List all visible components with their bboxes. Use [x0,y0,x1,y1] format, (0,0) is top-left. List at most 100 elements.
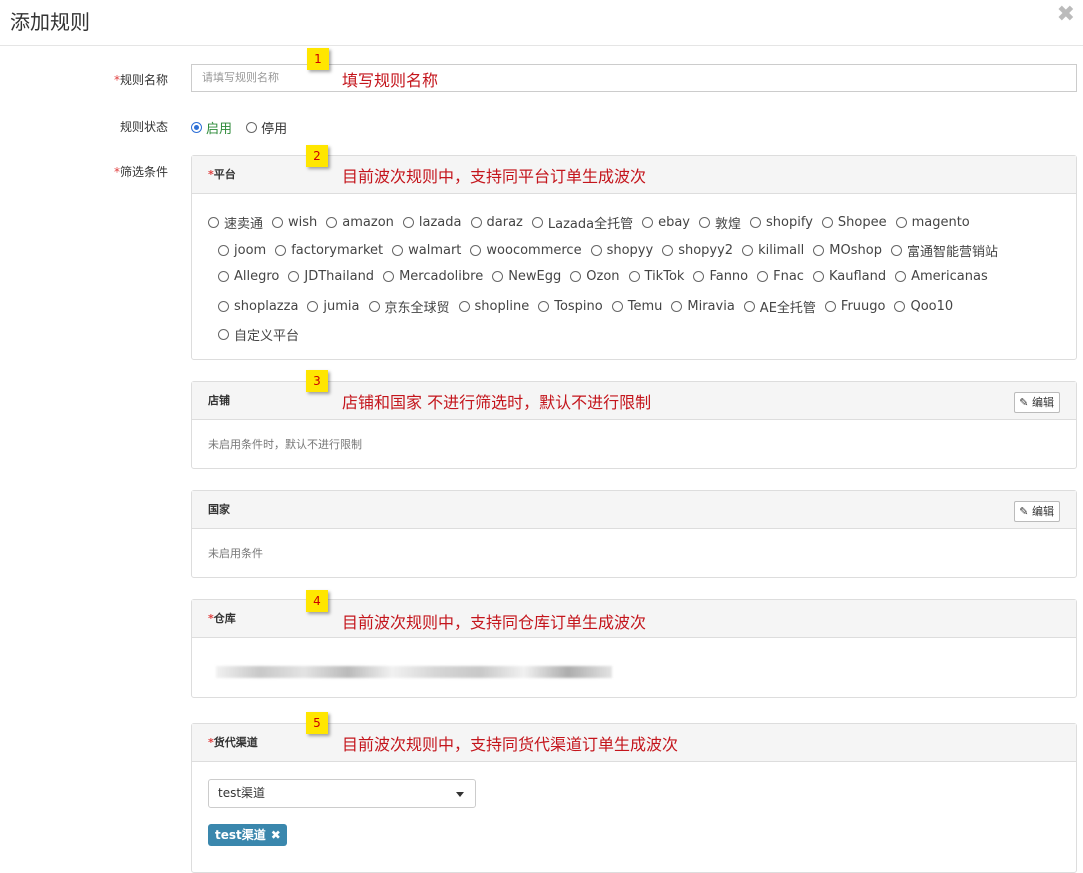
platform-option[interactable]: shopyy2 [662,243,733,258]
platform-option-label: Qoo10 [910,299,954,314]
radio-unchecked-icon[interactable] [813,245,825,256]
platform-option[interactable]: Miravia [671,299,735,314]
annotation-text-5: 目前波次规则中，支持同货代渠道订单生成波次 [342,735,679,754]
radio-unchecked-icon[interactable] [492,271,504,282]
radio-unchecked-icon[interactable] [824,301,836,312]
radio-unchecked-icon[interactable] [743,301,755,312]
platform-row: 自定义平台 [218,325,308,344]
platform-option[interactable]: 敦煌 [699,213,741,232]
platform-option[interactable]: shopline [458,299,529,314]
platform-option[interactable]: woocommerce [470,243,582,258]
platform-option[interactable]: shopyy [590,243,653,258]
radio-unchecked-icon[interactable] [671,301,683,312]
radio-unchecked-icon[interactable] [470,245,482,256]
platform-option[interactable]: TikTok [628,269,685,284]
radio-unchecked-icon[interactable] [894,301,906,312]
platform-option[interactable]: Mercadolibre [383,269,483,284]
platform-option[interactable]: Qoo10 [894,299,953,314]
platform-option[interactable]: 自定义平台 [218,325,299,344]
platform-option[interactable]: Ozon [570,269,620,284]
radio-unchecked-icon[interactable] [307,301,319,312]
radio-unchecked-icon[interactable] [383,271,395,282]
radio-unchecked-icon[interactable] [662,245,674,256]
platform-option[interactable]: lazada [402,215,462,230]
annotation-text-2: 目前波次规则中，支持同平台订单生成波次 [342,167,647,186]
platform-option[interactable]: Americanas [895,269,988,284]
status-disable-option[interactable]: 停用 [246,118,287,137]
radio-unchecked-icon[interactable] [699,217,710,228]
close-icon[interactable]: ✖ [1057,2,1075,27]
platform-option[interactable]: magento [895,215,970,230]
platform-option[interactable]: amazon [326,215,394,230]
platform-option[interactable]: shopify [750,215,813,230]
platform-option[interactable]: Fnac [757,269,804,284]
radio-unchecked-icon[interactable] [742,245,754,256]
platform-option[interactable]: Fruugo [824,299,885,314]
platform-option[interactable]: Lazada全托管 [531,213,633,232]
radio-unchecked-icon[interactable] [611,301,623,312]
radio-unchecked-icon[interactable] [642,217,654,228]
edit-icon: ✎ [1019,396,1029,409]
platform-option-label: TikTok [644,269,685,284]
radio-unchecked-icon[interactable] [218,329,229,340]
radio-unchecked-icon[interactable] [628,271,640,282]
shop-edit-button[interactable]: ✎ 编辑 [1014,392,1060,413]
radio-unchecked-icon[interactable] [757,271,769,282]
channel-select[interactable]: test渠道 [208,779,476,808]
platform-option[interactable]: Tospino [538,299,603,314]
radio-unchecked-icon[interactable] [402,217,414,228]
radio-unchecked-icon[interactable] [693,271,705,282]
platform-option[interactable]: JDThailand [288,269,374,284]
platform-option[interactable]: MOshop [813,243,882,258]
radio-unchecked-icon[interactable] [392,245,404,256]
radio-unchecked-icon[interactable] [470,217,482,228]
radio-unchecked-icon[interactable] [590,245,602,256]
platform-option-label: Miravia [687,299,735,314]
radio-unchecked-icon[interactable] [750,217,762,228]
platform-option[interactable]: wish [272,215,317,230]
platform-option-label: 富通智能营销站 [906,245,998,260]
radio-unchecked-icon[interactable] [275,245,287,256]
radio-unchecked-icon[interactable] [272,217,284,228]
radio-unchecked-icon[interactable] [812,271,824,282]
radio-unchecked-icon[interactable] [821,217,833,228]
radio-unchecked-icon[interactable] [538,301,550,312]
platform-option[interactable]: factorymarket [275,243,383,258]
radio-unchecked-icon[interactable] [895,271,907,282]
radio-unchecked-icon[interactable] [218,271,229,282]
radio-checked-icon[interactable] [191,122,202,133]
radio-unchecked-icon[interactable] [326,217,338,228]
radio-unchecked-icon[interactable] [458,301,470,312]
remove-tag-icon[interactable]: ✖ [271,828,281,842]
platform-option[interactable]: Temu [611,299,662,314]
platform-option[interactable]: walmart [392,243,461,258]
platform-option[interactable]: joom [218,243,266,258]
platform-option[interactable]: jumia [307,299,360,314]
platform-option[interactable]: 京东全球贸 [368,297,450,316]
platform-row: shoplazza jumia 京东全球贸 shopline Tospino Temu Mi… [218,297,962,316]
radio-unchecked-icon[interactable] [288,271,300,282]
platform-option[interactable]: Shopee [821,215,887,230]
radio-unchecked-icon[interactable] [218,245,229,256]
radio-unchecked-icon[interactable] [246,122,258,133]
radio-unchecked-icon[interactable] [208,217,219,228]
status-enable-option[interactable]: 启用 [191,118,232,137]
radio-unchecked-icon[interactable] [890,245,902,256]
platform-option[interactable]: daraz [470,215,523,230]
radio-unchecked-icon[interactable] [895,217,907,228]
radio-unchecked-icon[interactable] [570,271,582,282]
platform-option[interactable]: 速卖通 [208,213,263,232]
platform-option[interactable]: Fanno [693,269,748,284]
platform-option[interactable]: ebay [642,215,690,230]
platform-option[interactable]: Allegro [218,269,279,284]
platform-option[interactable]: Kaufland [812,269,886,284]
radio-unchecked-icon[interactable] [218,301,229,312]
platform-option[interactable]: kilimall [742,243,804,258]
platform-option[interactable]: AE全托管 [743,297,816,316]
platform-option[interactable]: shoplazza [218,299,298,314]
radio-unchecked-icon[interactable] [531,217,543,228]
platform-option[interactable]: 富通智能营销站 [890,241,998,260]
radio-unchecked-icon[interactable] [368,301,380,312]
country-edit-button[interactable]: ✎ 编辑 [1014,501,1060,522]
platform-option[interactable]: NewEgg [492,269,561,284]
